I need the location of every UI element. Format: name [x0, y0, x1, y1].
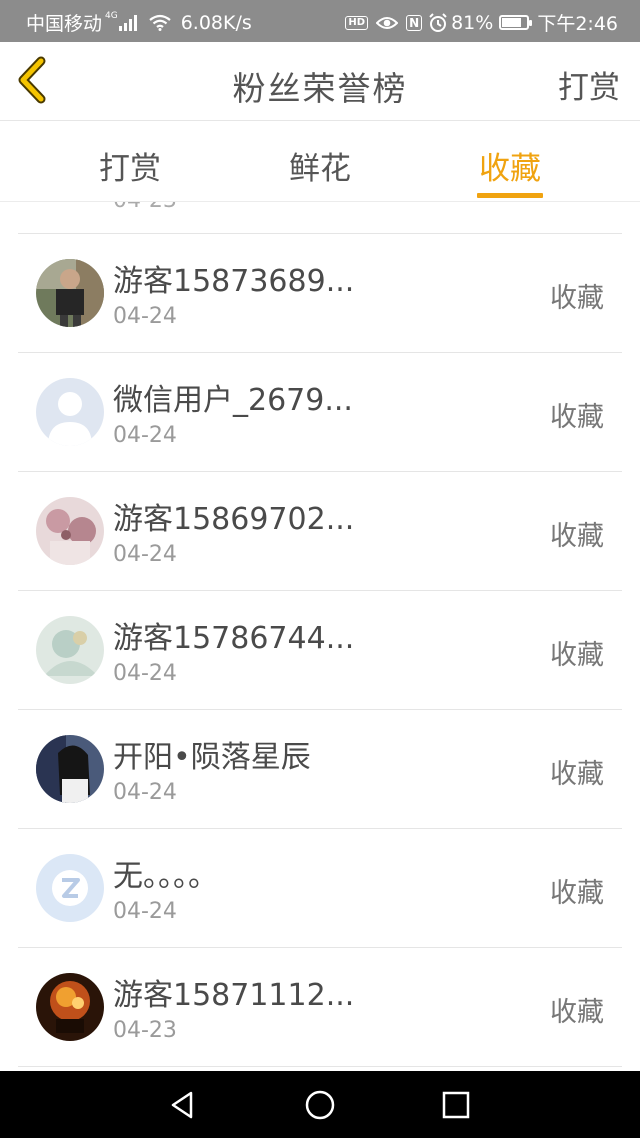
item-action: 收藏	[550, 402, 604, 433]
avatar[interactable]	[36, 616, 104, 684]
nav-recents-button[interactable]	[440, 1089, 472, 1121]
app-header: 粉丝荣誉榜 打赏	[0, 42, 640, 121]
user-name: 无。。。。	[113, 859, 218, 894]
list-item[interactable]: 游客15786744... 04-24 收藏	[0, 591, 640, 709]
item-date: 04-23	[113, 1018, 177, 1043]
status-left: 中国移动 4G 6.08K/s	[26, 9, 252, 36]
list-item[interactable]: 开阳•陨落星辰 04-24 收藏	[0, 710, 640, 828]
battery-percent: 81%	[451, 11, 494, 34]
item-date: 04-24	[113, 423, 177, 448]
user-name: 游客15786744...	[113, 621, 355, 656]
list-item[interactable]: 游客15871112... 04-23 收藏	[0, 948, 640, 1066]
triangle-back-icon	[171, 1091, 193, 1119]
tab-flowers[interactable]: 鲜花	[260, 143, 380, 188]
circle-home-icon	[305, 1090, 335, 1120]
item-action: 收藏	[550, 640, 604, 671]
avatar[interactable]	[36, 854, 104, 922]
avatar[interactable]	[36, 735, 104, 803]
signal-icon	[118, 14, 139, 31]
tab-favorites[interactable]: 收藏	[450, 143, 570, 188]
user-name: 游客15873689...	[113, 264, 355, 299]
list-divider	[18, 1066, 622, 1067]
item-action: 收藏	[550, 997, 604, 1028]
user-name: 开阳•陨落星辰	[113, 740, 311, 775]
item-action: 收藏	[550, 283, 604, 314]
item-action: 收藏	[550, 521, 604, 552]
avatar[interactable]	[36, 497, 104, 565]
nav-home-button[interactable]	[304, 1089, 336, 1121]
avatar[interactable]	[36, 378, 104, 446]
clock: 下午2:46	[537, 13, 618, 35]
system-nav-bar	[0, 1071, 640, 1138]
item-date: 04-24	[113, 899, 177, 924]
battery-icon	[499, 15, 533, 30]
list-item[interactable]: 游客15873689... 04-24 收藏	[0, 234, 640, 352]
user-name: 游客15871112...	[113, 978, 355, 1013]
nav-back-button[interactable]	[167, 1089, 199, 1121]
network-speed: 6.08K/s	[180, 11, 252, 34]
tab-bar: 打赏 鲜花 收藏	[0, 121, 640, 202]
list-item[interactable]: 游客15869702... 04-24 收藏	[0, 472, 640, 590]
list-item[interactable]: 微信用户_2679... 04-24 收藏	[0, 353, 640, 471]
status-right: HD N 81% 下午2:46	[345, 9, 618, 36]
status-bar: 中国移动 4G 6.08K/s HD N 81% 下午2:46	[0, 0, 640, 42]
network-type: 4G	[105, 10, 118, 21]
item-date: 04-24	[113, 304, 177, 329]
user-name: 游客15869702...	[113, 502, 355, 537]
alarm-icon	[429, 12, 447, 32]
item-date: 04-24	[113, 542, 177, 567]
avatar[interactable]	[36, 973, 104, 1041]
square-recents-icon	[442, 1091, 470, 1119]
user-name: 微信用户_2679...	[113, 383, 353, 418]
item-date: 04-24	[113, 661, 177, 686]
partial-item-date: 04-23	[113, 202, 177, 213]
hd-icon: HD	[345, 15, 369, 30]
item-action: 收藏	[550, 759, 604, 790]
list-item[interactable]: 无。。。。 04-24 收藏	[0, 829, 640, 947]
carrier-label: 中国移动	[26, 13, 103, 35]
eye-icon	[376, 16, 399, 29]
avatar[interactable]	[36, 259, 104, 327]
item-action: 收藏	[550, 878, 604, 909]
item-date: 04-24	[113, 780, 177, 805]
page-title: 粉丝荣誉榜	[232, 69, 408, 108]
tip-button[interactable]: 打赏	[558, 62, 620, 107]
nfc-icon: N	[406, 14, 423, 31]
fan-list: 04-23 游客15873689... 04-24 收藏	[0, 202, 640, 1070]
active-tab-indicator	[477, 193, 543, 198]
wifi-icon	[149, 14, 171, 31]
tab-tip[interactable]: 打赏	[70, 143, 190, 188]
qq-default-avatar-icon	[36, 854, 104, 922]
